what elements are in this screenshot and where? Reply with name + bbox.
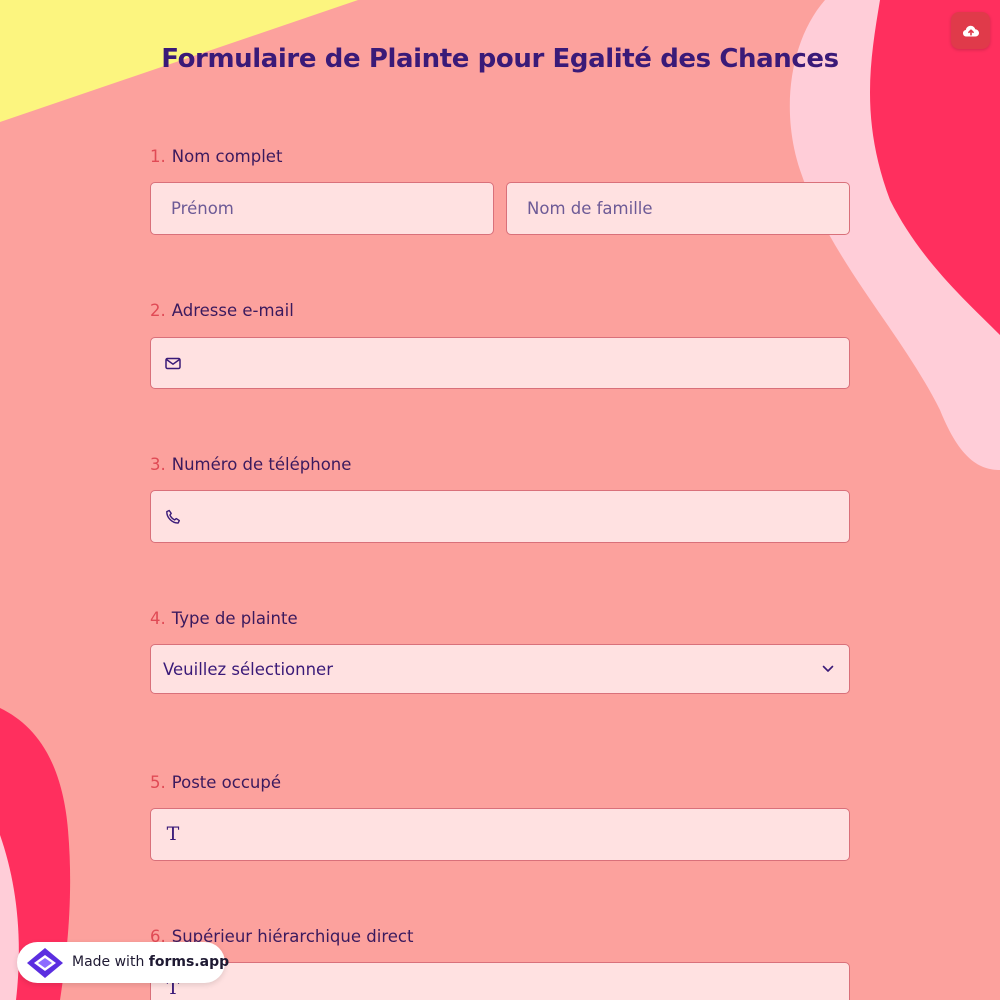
position-input[interactable] <box>151 809 849 860</box>
form-page: Formulaire de Plainte pour Egalité des C… <box>0 0 1000 1000</box>
question-number: 1. <box>150 147 166 166</box>
badge-brand: forms.app <box>148 954 230 970</box>
email-input[interactable] <box>151 338 849 388</box>
question-label-phone: 3. Numéro de téléphone <box>150 455 351 474</box>
question-label-position: 5. Poste occupé <box>150 773 281 792</box>
badge-text: Made with forms.app <box>72 954 229 970</box>
last-name-input[interactable] <box>507 183 849 234</box>
question-text: Numéro de téléphone <box>171 455 352 474</box>
forms-app-logo <box>27 948 63 978</box>
position-field[interactable]: T <box>150 808 850 861</box>
question-number: 5. <box>150 773 166 792</box>
question-number: 4. <box>150 609 166 628</box>
first-name-field[interactable] <box>150 182 494 235</box>
question-label-complaint-type: 4. Type de plainte <box>150 609 298 628</box>
supervisor-input[interactable] <box>151 963 849 1000</box>
badge-prefix: Made with <box>72 954 145 970</box>
question-label-email: 2. Adresse e-mail <box>150 301 294 320</box>
email-field[interactable] <box>150 337 850 389</box>
question-label-full-name: 1. Nom complet <box>150 147 282 166</box>
text-icon: T <box>166 823 180 845</box>
question-text: Adresse e-mail <box>171 301 294 320</box>
made-with-badge[interactable]: Made with forms.app <box>17 942 229 983</box>
complaint-type-select[interactable]: Veuillez sélectionner <box>150 644 850 694</box>
question-number: 2. <box>150 301 166 320</box>
last-name-field[interactable] <box>506 182 850 235</box>
question-text: Type de plainte <box>171 609 298 628</box>
mail-icon <box>164 354 182 372</box>
first-name-input[interactable] <box>151 183 493 234</box>
phone-icon <box>164 508 182 526</box>
form-title: Formulaire de Plainte pour Egalité des C… <box>161 44 839 74</box>
chevron-down-icon <box>822 665 834 672</box>
complaint-type-value: Veuillez sélectionner <box>163 659 333 679</box>
cloud-upload-icon <box>962 25 979 36</box>
phone-input[interactable] <box>151 491 849 542</box>
question-text: Nom complet <box>171 147 283 166</box>
supervisor-field[interactable]: T <box>150 962 850 1000</box>
phone-field[interactable] <box>150 490 850 543</box>
question-text: Poste occupé <box>171 773 281 792</box>
question-number: 3. <box>150 455 166 474</box>
